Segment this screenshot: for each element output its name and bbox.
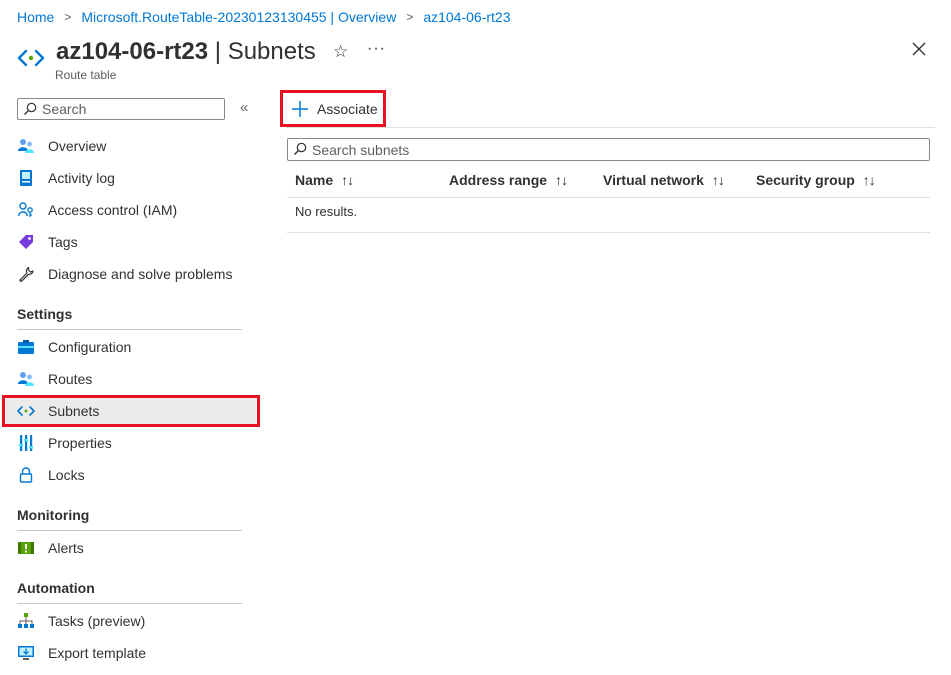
- search-icon: [24, 102, 37, 115]
- table-bottom-divider: [287, 232, 930, 233]
- overview-icon: [17, 137, 35, 155]
- section-divider: [17, 530, 242, 531]
- lock-icon: [17, 466, 35, 484]
- breadcrumb: Home > Microsoft.RouteTable-202301231304…: [17, 9, 511, 25]
- breadcrumb-separator: >: [64, 10, 72, 24]
- column-header-address-range[interactable]: Address range ↑↓: [449, 172, 568, 188]
- section-heading-automation: Automation: [17, 580, 95, 596]
- page-header: az104-06-rt23 | Subnets Route table ☆ ··…: [17, 38, 937, 84]
- section-heading-settings: Settings: [17, 306, 73, 322]
- menu-item-activity-log[interactable]: Activity log: [6, 164, 256, 192]
- close-icon[interactable]: [910, 40, 928, 58]
- menu-item-routes[interactable]: Routes: [6, 365, 256, 393]
- header-divider: [287, 197, 930, 198]
- activity-log-icon: [17, 169, 35, 187]
- menu-item-label: Alerts: [48, 540, 84, 556]
- column-header-label: Security group: [756, 172, 855, 188]
- section-heading-monitoring: Monitoring: [17, 507, 90, 523]
- sort-icon: ↑↓: [862, 172, 876, 188]
- resource-name: az104-06-rt23: [56, 38, 209, 65]
- sort-icon: ↑↓: [555, 172, 568, 188]
- breadcrumb-route-table[interactable]: az104-06-rt23: [423, 9, 510, 25]
- menu-item-overview[interactable]: Overview: [6, 132, 256, 160]
- column-header-label: Virtual network: [603, 172, 704, 188]
- menu-item-label: Locks: [48, 467, 85, 483]
- menu-item-label: Access control (IAM): [48, 202, 178, 218]
- column-header-security-group[interactable]: Security group ↑↓: [756, 172, 876, 188]
- menu-item-properties[interactable]: Properties: [6, 429, 256, 457]
- routes-icon: [17, 370, 35, 388]
- sort-icon: ↑↓: [341, 172, 354, 188]
- wrench-icon: [17, 265, 35, 283]
- menu-item-tags[interactable]: Tags: [6, 228, 256, 256]
- menu-item-label: Properties: [48, 435, 112, 451]
- menu-item-diagnose[interactable]: Diagnose and solve problems: [6, 260, 256, 288]
- column-header-virtual-network[interactable]: Virtual network ↑↓: [603, 172, 725, 188]
- title-separator: |: [208, 38, 228, 65]
- menu-item-label: Export template: [48, 645, 147, 661]
- breadcrumb-deployment-overview[interactable]: Microsoft.RouteTable-20230123130455 | Ov…: [81, 9, 396, 25]
- collapse-menu-icon[interactable]: «: [240, 99, 248, 116]
- export-template-icon: [17, 644, 35, 662]
- resource-type-subtitle: Route table: [55, 68, 117, 82]
- column-header-label: Address range: [449, 172, 548, 188]
- menu-item-label: Routes: [48, 371, 93, 387]
- menu-item-label: Tags: [48, 234, 78, 250]
- empty-state-text: No results.: [295, 204, 358, 219]
- breadcrumb-separator: >: [406, 10, 414, 24]
- page-title: az104-06-rt23 | Subnets: [56, 38, 316, 66]
- alerts-icon: [17, 539, 35, 557]
- tasks-icon: [17, 612, 35, 630]
- configuration-icon: [17, 338, 35, 356]
- menu-item-configuration[interactable]: Configuration: [6, 333, 256, 361]
- sort-icon: ↑↓: [711, 172, 725, 188]
- menu-item-label: Activity log: [48, 170, 115, 186]
- menu-item-label: Tasks (preview): [48, 613, 146, 629]
- menu-search-input[interactable]: [42, 100, 217, 118]
- more-options-icon[interactable]: ···: [367, 40, 386, 58]
- toolbar-divider: [286, 127, 935, 128]
- menu-item-export-template[interactable]: Export template: [6, 639, 256, 667]
- route-table-icon: [17, 49, 45, 67]
- menu-item-alerts[interactable]: Alerts: [6, 534, 256, 562]
- associate-button[interactable]: Associate: [280, 90, 386, 127]
- subnets-search-input[interactable]: [312, 141, 912, 159]
- properties-icon: [17, 434, 35, 452]
- menu-search-box[interactable]: [17, 98, 225, 120]
- menu-item-locks[interactable]: Locks: [6, 461, 256, 489]
- menu-item-access-control[interactable]: Access control (IAM): [6, 196, 256, 224]
- tag-icon: [17, 233, 35, 251]
- subnets-search-box[interactable]: [287, 138, 930, 161]
- menu-item-label: Diagnose and solve problems: [48, 266, 233, 282]
- favorite-star-icon[interactable]: ☆: [333, 42, 348, 62]
- iam-icon: [17, 201, 35, 219]
- blade-name: Subnets: [227, 38, 316, 65]
- column-header-label: Name: [295, 172, 334, 188]
- section-divider: [17, 329, 242, 330]
- menu-item-label: Overview: [48, 138, 107, 154]
- search-icon: [294, 142, 307, 155]
- menu-item-tasks[interactable]: Tasks (preview): [6, 607, 256, 635]
- plus-icon: [292, 100, 308, 117]
- breadcrumb-home[interactable]: Home: [17, 9, 54, 25]
- section-divider: [17, 603, 242, 604]
- associate-label: Associate: [317, 100, 378, 117]
- column-header-name[interactable]: Name ↑↓: [295, 172, 354, 188]
- menu-item-label: Configuration: [48, 339, 132, 355]
- active-item-highlight: [2, 395, 260, 427]
